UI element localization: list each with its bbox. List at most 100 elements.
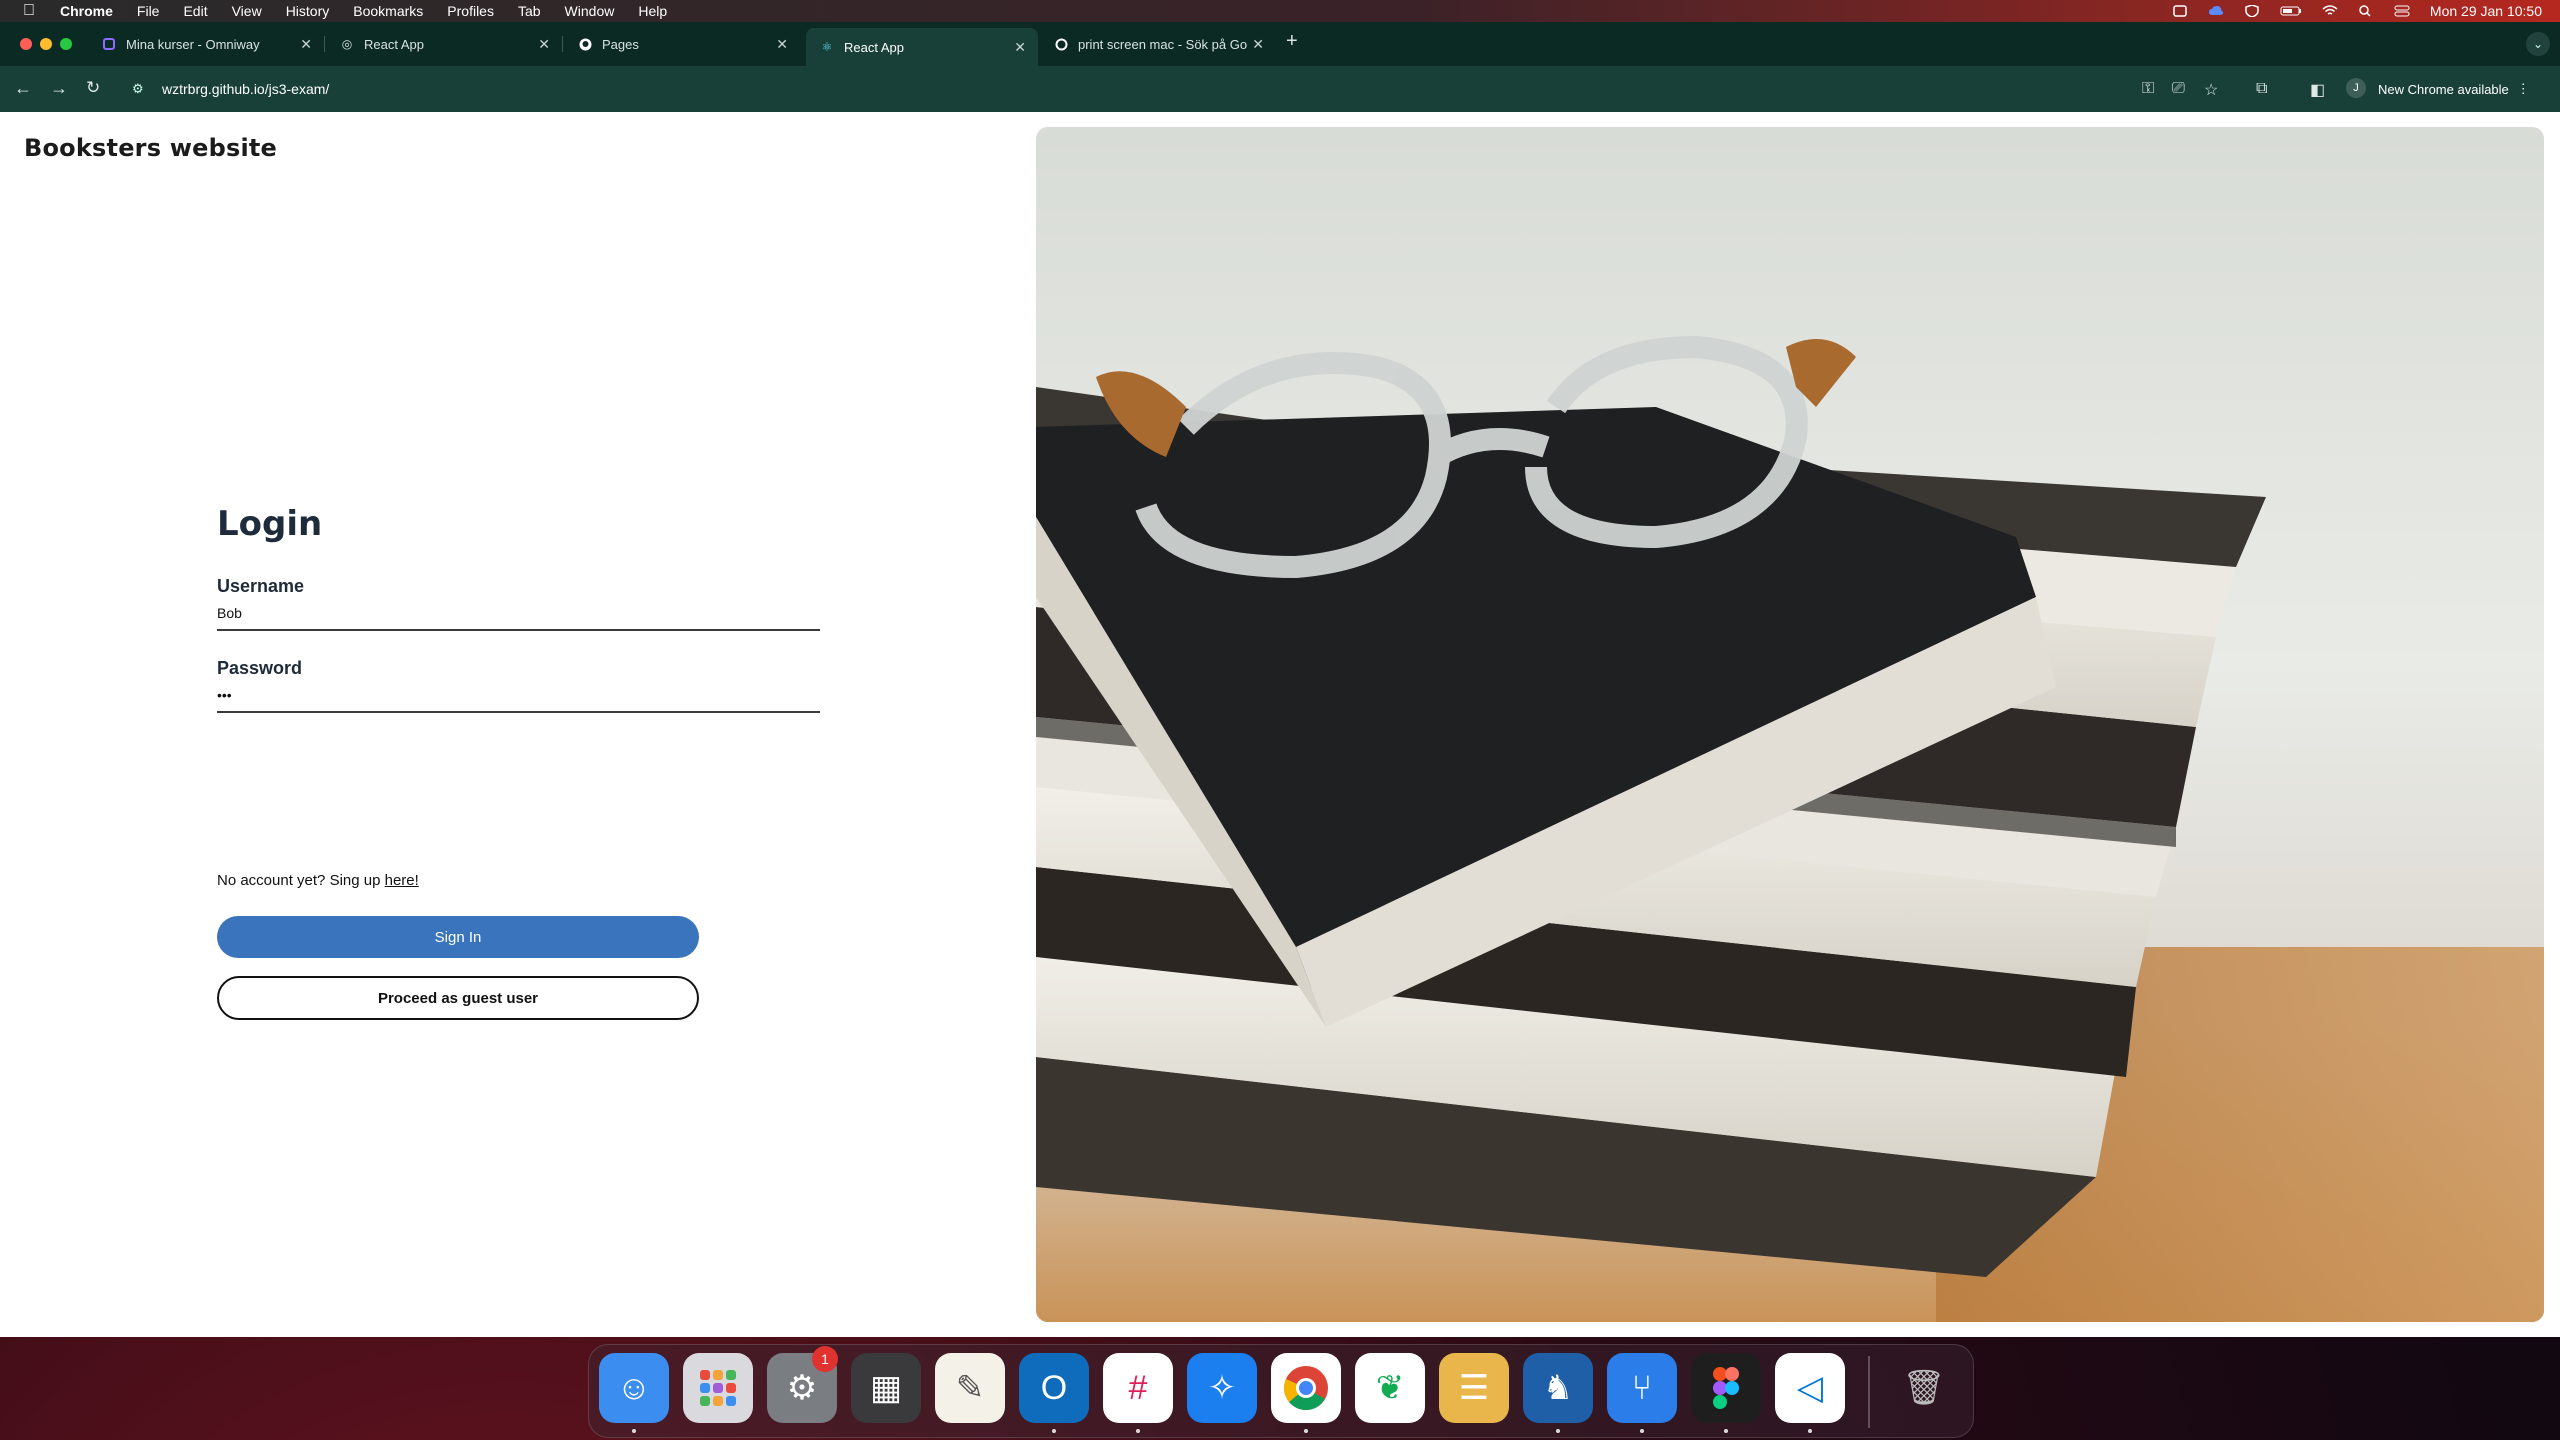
tab-title: React App bbox=[364, 36, 424, 52]
profile-avatar[interactable]: J bbox=[2346, 78, 2366, 98]
globe-icon: ◎ bbox=[341, 37, 353, 51]
menu-view[interactable]: View bbox=[232, 3, 262, 19]
database-app-icon[interactable]: ☰ bbox=[1439, 1353, 1509, 1423]
username-label: Username bbox=[217, 576, 305, 596]
chrome-icon[interactable] bbox=[1271, 1353, 1341, 1423]
menu-window[interactable]: Window bbox=[565, 3, 615, 19]
site-info-icon[interactable]: ⚙ bbox=[132, 81, 152, 97]
github-icon bbox=[578, 37, 592, 51]
tab-title: Pages bbox=[602, 36, 639, 52]
outlook-icon[interactable]: O bbox=[1019, 1353, 1089, 1423]
menubar-clock[interactable]: Mon 29 Jan 10:50 bbox=[2430, 3, 2542, 19]
browser-toolbar: ← → ↻ ⚙ wztrbrg.github.io/js3-exam/ ⚿ ⎚ … bbox=[0, 66, 2560, 112]
forward-arrow-icon[interactable]: → bbox=[50, 78, 68, 99]
running-indicator bbox=[1808, 1429, 1812, 1433]
tab-react-app-active[interactable]: ⚛ React App ✕ bbox=[806, 28, 1038, 66]
vscode-icon[interactable]: ◁ bbox=[1775, 1353, 1845, 1423]
shield-icon[interactable] bbox=[2244, 5, 2260, 17]
cloud-icon[interactable] bbox=[2208, 5, 2224, 17]
close-tab-icon[interactable]: ✕ bbox=[1252, 36, 1264, 53]
zoom-window-button[interactable] bbox=[60, 38, 72, 50]
dock-separator bbox=[1868, 1356, 1870, 1428]
close-tab-icon[interactable]: ✕ bbox=[776, 36, 788, 53]
mongodb-compass-icon[interactable]: ❦ bbox=[1355, 1353, 1425, 1423]
kebab-menu-icon[interactable]: ⋮ bbox=[2517, 81, 2530, 97]
browser-window: Mina kurser - Omniway ✕ ◎ React App ✕ Pa… bbox=[0, 22, 2560, 1337]
password-key-icon[interactable]: ⚿ bbox=[2142, 80, 2154, 98]
running-indicator bbox=[1640, 1429, 1644, 1433]
window-controls bbox=[20, 38, 72, 50]
running-indicator bbox=[1052, 1429, 1056, 1433]
tab-title: print screen mac - Sök på Go bbox=[1078, 36, 1248, 52]
running-indicator bbox=[1304, 1429, 1308, 1433]
close-tab-icon[interactable]: ✕ bbox=[300, 36, 312, 53]
calculator-icon[interactable]: ▦ bbox=[851, 1353, 921, 1423]
signup-prompt: No account yet? Sing up here! bbox=[217, 872, 419, 889]
guest-user-button[interactable]: Proceed as guest user bbox=[217, 976, 699, 1020]
battery-icon[interactable] bbox=[2280, 5, 2302, 17]
trash-icon[interactable]: 🗑 bbox=[1889, 1353, 1959, 1423]
spotlight-search-icon[interactable] bbox=[2358, 5, 2374, 17]
sign-in-button[interactable]: Sign In bbox=[217, 916, 699, 958]
password-label: Password bbox=[217, 658, 303, 678]
control-center-icon[interactable] bbox=[2394, 5, 2410, 17]
bookmark-star-icon[interactable]: ☆ bbox=[2204, 80, 2218, 100]
fork-icon[interactable]: ⑂ bbox=[1607, 1353, 1677, 1423]
running-indicator bbox=[632, 1429, 636, 1433]
vpn-icon[interactable] bbox=[2172, 5, 2188, 17]
safari-icon[interactable]: ✧ bbox=[1187, 1353, 1257, 1423]
menu-profiles[interactable]: Profiles bbox=[447, 3, 494, 19]
tab-omniway[interactable]: Mina kurser - Omniway ✕ bbox=[88, 28, 325, 60]
menu-edit[interactable]: Edit bbox=[183, 3, 207, 19]
url-text[interactable]: wztrbrg.github.io/js3-exam/ bbox=[162, 81, 329, 97]
minimize-window-button[interactable] bbox=[40, 38, 52, 50]
macos-dock: ☺ ⚙ ▦ ✎ O # ✧ ❦ ☰ ♞ ⑂ ◁ 🗑 bbox=[588, 1344, 1974, 1438]
tableplus-elephant-icon[interactable]: ♞ bbox=[1523, 1353, 1593, 1423]
install-app-icon[interactable]: ⎚ bbox=[2172, 80, 2185, 98]
tab-title: Mina kurser - Omniway bbox=[126, 36, 260, 52]
new-tab-button[interactable]: + bbox=[1286, 30, 1298, 53]
menu-help[interactable]: Help bbox=[638, 3, 667, 19]
menu-history[interactable]: History bbox=[286, 3, 330, 19]
google-icon bbox=[1054, 37, 1068, 51]
apple-menu-icon[interactable]:  bbox=[22, 2, 36, 20]
back-arrow-icon[interactable]: ← bbox=[14, 78, 32, 99]
password-input[interactable] bbox=[217, 679, 820, 713]
username-input[interactable] bbox=[217, 597, 820, 631]
tab-search-chevron-icon[interactable]: ⌄ bbox=[2526, 32, 2550, 56]
login-form: Login Username Password No account yet? … bbox=[217, 504, 820, 1020]
running-indicator bbox=[1556, 1429, 1560, 1433]
textedit-icon[interactable]: ✎ bbox=[935, 1353, 1005, 1423]
menu-bookmarks[interactable]: Bookmarks bbox=[353, 3, 423, 19]
close-tab-icon[interactable]: ✕ bbox=[538, 36, 550, 53]
signup-link[interactable]: here! bbox=[385, 872, 419, 889]
close-tab-icon[interactable]: ✕ bbox=[1014, 39, 1026, 56]
notification-badge: 1 bbox=[812, 1346, 838, 1372]
hero-image-books-glasses bbox=[1036, 127, 2544, 1322]
tab-google-search[interactable]: print screen mac - Sök på Go ✕ bbox=[1040, 28, 1276, 60]
close-window-button[interactable] bbox=[20, 38, 32, 50]
wifi-icon[interactable] bbox=[2322, 5, 2338, 17]
signup-text: No account yet? Sing up bbox=[217, 872, 381, 889]
tab-pages[interactable]: Pages ✕ bbox=[564, 28, 800, 60]
extensions-puzzle-icon[interactable]: ⧉ bbox=[2256, 80, 2267, 98]
site-brand[interactable]: Booksters website bbox=[24, 134, 277, 162]
side-panel-icon[interactable]: ◧ bbox=[2310, 80, 2325, 100]
chrome-update-button[interactable]: New Chrome available ⋮ bbox=[2378, 76, 2530, 102]
finder-icon[interactable]: ☺ bbox=[599, 1353, 669, 1423]
web-page: Booksters website Login Username Passwor… bbox=[0, 112, 2560, 1337]
reload-icon[interactable]: ↻ bbox=[86, 78, 100, 98]
macos-menubar:  Chrome File Edit View History Bookmark… bbox=[0, 0, 2560, 22]
menu-app-name[interactable]: Chrome bbox=[60, 3, 113, 19]
password-field-group: Password bbox=[217, 658, 820, 713]
tab-strip: Mina kurser - Omniway ✕ ◎ React App ✕ Pa… bbox=[0, 22, 2560, 66]
address-bar[interactable]: ⚙ wztrbrg.github.io/js3-exam/ bbox=[126, 73, 2126, 105]
tab-title: React App bbox=[844, 39, 904, 55]
launchpad-icon[interactable] bbox=[683, 1353, 753, 1423]
tab-separator bbox=[324, 36, 325, 52]
menu-file[interactable]: File bbox=[137, 3, 160, 19]
figma-icon[interactable] bbox=[1691, 1353, 1761, 1423]
tab-react-app-1[interactable]: ◎ React App ✕ bbox=[326, 28, 563, 60]
slack-icon[interactable]: # bbox=[1103, 1353, 1173, 1423]
menu-tab[interactable]: Tab bbox=[518, 3, 541, 19]
